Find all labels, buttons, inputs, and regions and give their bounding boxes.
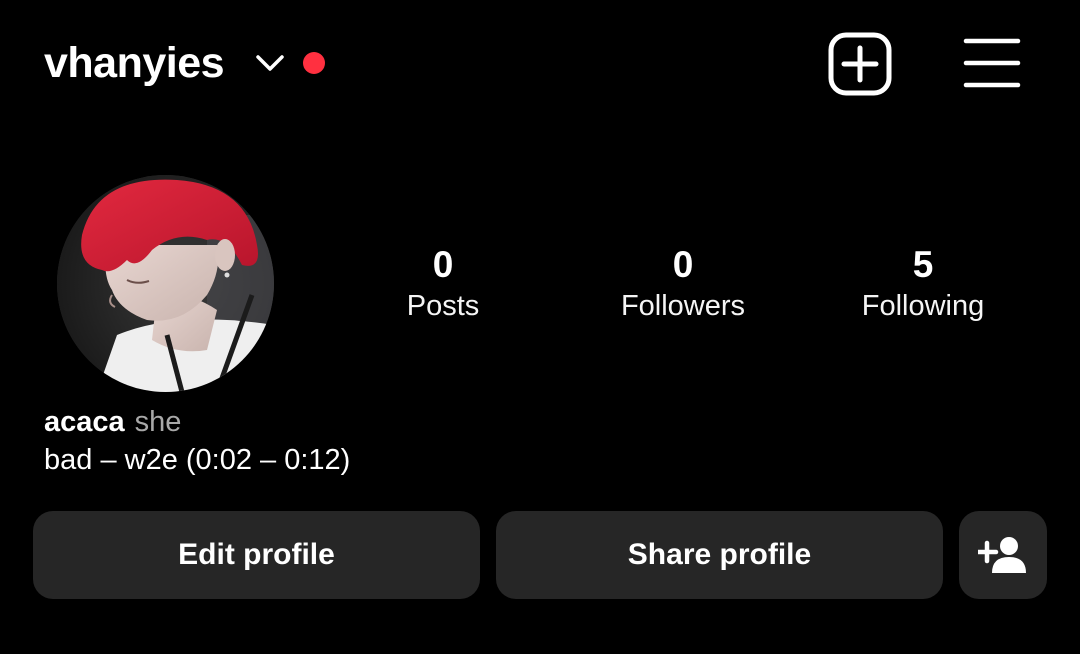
bio-name-row: acaca she — [44, 403, 181, 441]
following-stat[interactable]: 5 Following — [813, 243, 1033, 325]
followers-label: Followers — [620, 290, 746, 322]
followers-count: 0 — [672, 244, 694, 285]
create-post-icon[interactable] — [828, 32, 892, 96]
profile-username[interactable]: vhanyies — [44, 36, 225, 90]
following-count: 5 — [912, 244, 934, 285]
share-profile-button[interactable]: Share profile — [496, 511, 943, 599]
bio-text: bad – w2e (0:02 – 0:12) — [44, 444, 351, 476]
posts-label: Posts — [406, 290, 480, 322]
posts-count: 0 — [432, 244, 454, 285]
add-person-icon — [978, 537, 1026, 573]
menu-icon[interactable] — [962, 36, 1022, 90]
notification-dot — [303, 52, 325, 74]
display-name: acaca — [44, 406, 125, 438]
following-label: Following — [861, 290, 985, 322]
discover-people-button[interactable] — [959, 511, 1047, 599]
edit-profile-button[interactable]: Edit profile — [33, 511, 480, 599]
posts-stat[interactable]: 0 Posts — [333, 243, 553, 325]
avatar[interactable] — [57, 175, 274, 392]
followers-stat[interactable]: 0 Followers — [573, 243, 793, 325]
profile-photo — [57, 175, 274, 392]
chevron-down-icon[interactable] — [254, 50, 286, 76]
pronouns: she — [134, 406, 182, 438]
